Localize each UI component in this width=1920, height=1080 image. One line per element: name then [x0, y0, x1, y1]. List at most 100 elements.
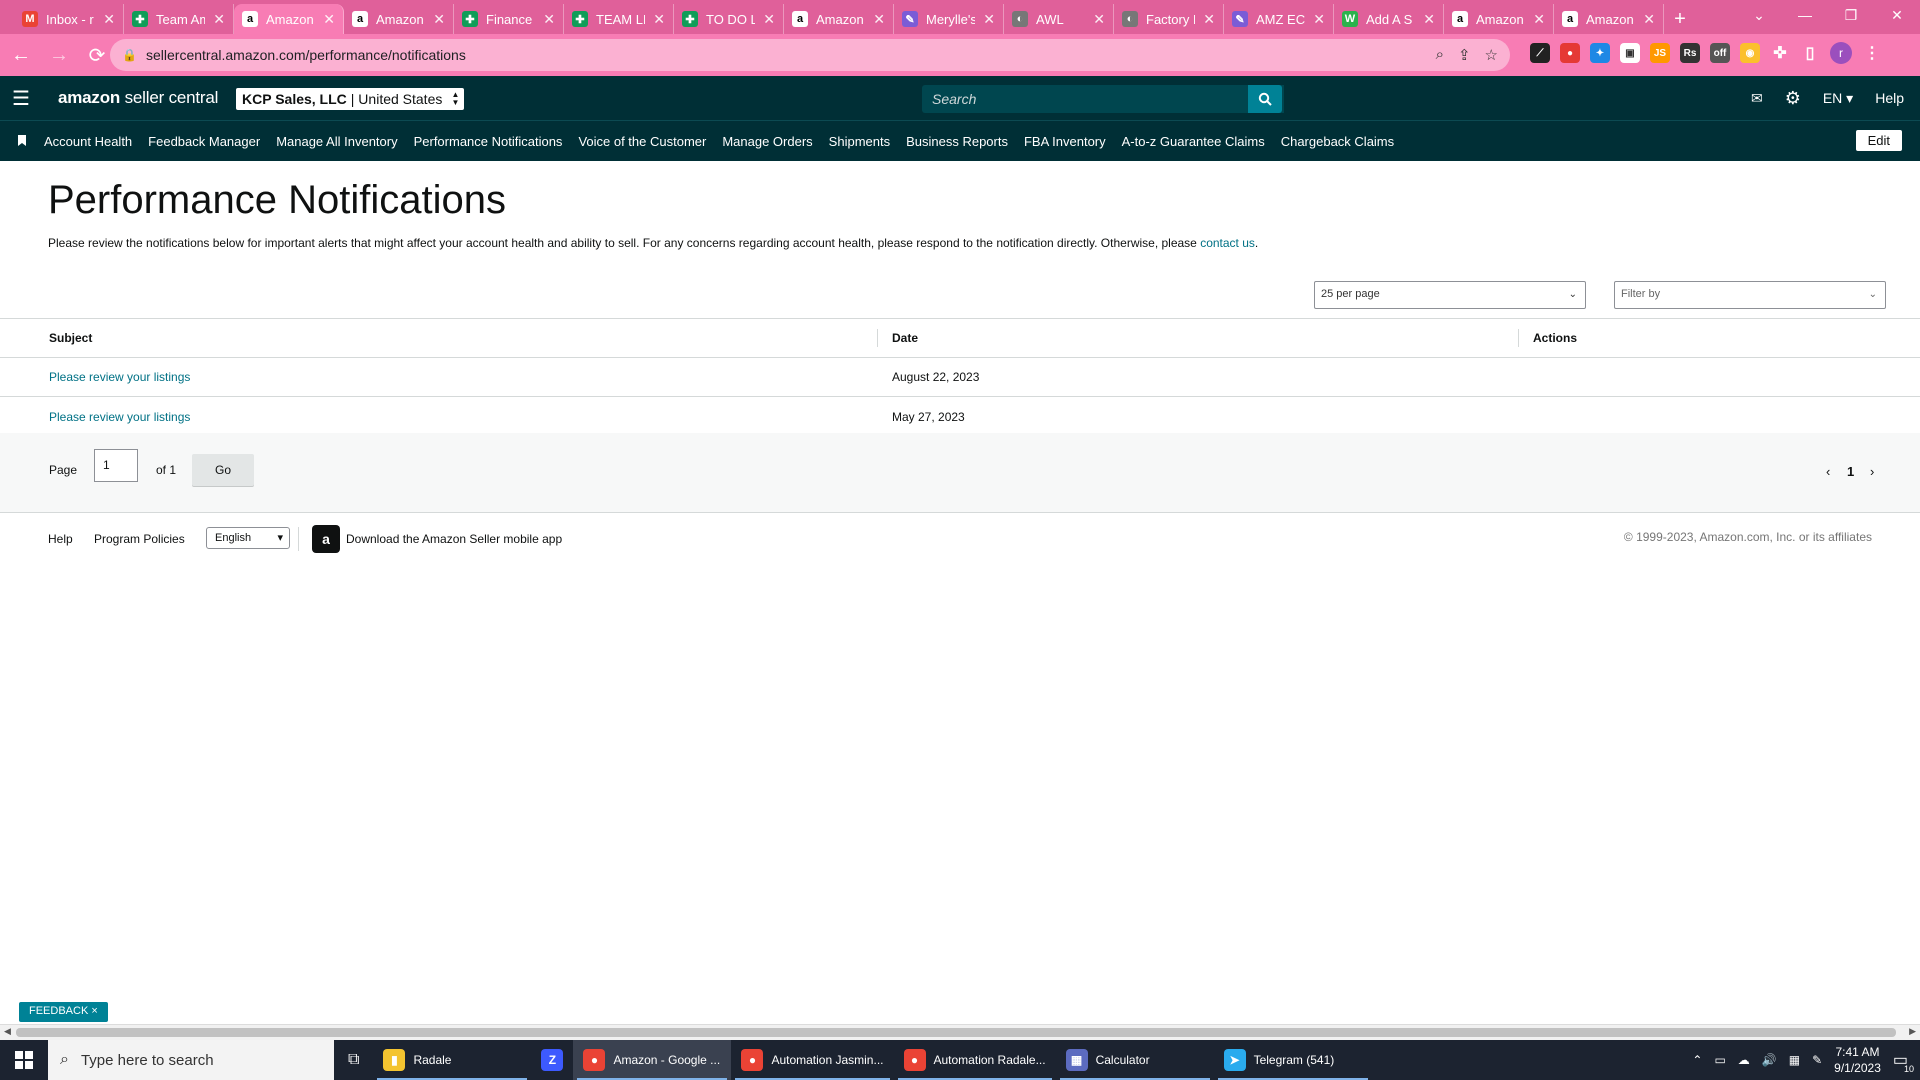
gear-icon[interactable]: ⚙ — [1785, 88, 1801, 109]
taskbar-app[interactable]: ➤ Telegram (541) — [1214, 1040, 1372, 1080]
filter-select[interactable]: Filter by ⌄ — [1614, 281, 1886, 309]
zoom-icon[interactable]: ⌕ — [1436, 46, 1444, 64]
nav-item[interactable]: Manage Orders — [722, 134, 812, 149]
extension-icon[interactable]: ● — [1560, 43, 1580, 63]
scroll-thumb[interactable] — [16, 1028, 1896, 1037]
back-button[interactable]: ← — [4, 38, 38, 72]
tab-close-icon[interactable]: ✕ — [543, 11, 555, 28]
taskbar-app[interactable]: ● Automation Radale... — [894, 1040, 1056, 1080]
address-bar[interactable]: 🔒 sellercentral.amazon.com/performance/n… — [110, 39, 1510, 71]
amazon-app-icon[interactable]: a — [312, 525, 340, 553]
col-date[interactable]: Date — [892, 331, 918, 345]
notification-subject-link[interactable]: Please review your listings — [49, 370, 190, 384]
bookmark-star-icon[interactable]: ☆ — [1485, 46, 1498, 64]
bookmark-icon[interactable] — [0, 135, 44, 147]
browser-tab[interactable]: a Amazon ✕ — [1444, 4, 1554, 34]
volume-icon[interactable]: 🔊 — [1762, 1053, 1777, 1067]
nav-item[interactable]: Feedback Manager — [148, 134, 260, 149]
new-tab-button[interactable]: + — [1664, 4, 1696, 34]
browser-tab[interactable]: M Inbox - r ✕ — [14, 4, 124, 34]
taskbar-app[interactable]: ▮ Radale — [373, 1040, 531, 1080]
meet-icon[interactable]: ▭ — [1714, 1053, 1725, 1067]
tab-close-icon[interactable]: ✕ — [433, 11, 445, 28]
taskbar-app[interactable]: ▦ Calculator — [1056, 1040, 1214, 1080]
tab-close-icon[interactable]: ✕ — [873, 11, 885, 28]
col-subject[interactable]: Subject — [49, 331, 92, 345]
browser-tab[interactable]: a Amazon ✕ — [1554, 4, 1664, 34]
extension-icon[interactable]: ◉ — [1740, 43, 1760, 63]
tab-close-icon[interactable]: ✕ — [213, 11, 225, 28]
footer-help-link[interactable]: Help — [48, 532, 73, 546]
nav-item[interactable]: Chargeback Claims — [1281, 134, 1394, 149]
notification-subject-link[interactable]: Please review your listings — [49, 410, 190, 424]
close-window-button[interactable]: ✕ — [1874, 0, 1920, 30]
side-panel-icon[interactable]: ▯ — [1800, 43, 1820, 63]
search-input[interactable]: Search — [922, 85, 1284, 113]
contact-us-link[interactable]: contact us — [1200, 236, 1255, 250]
extension-icon[interactable]: off — [1710, 43, 1730, 63]
taskbar-search-input[interactable]: ⌕ Type here to search — [48, 1040, 334, 1080]
reload-button[interactable]: ⟳ — [80, 38, 114, 72]
tab-close-icon[interactable]: ✕ — [1533, 11, 1545, 28]
menu-kebab-icon[interactable]: ⋮ — [1862, 43, 1882, 63]
profile-avatar[interactable]: r — [1830, 42, 1852, 64]
browser-tab[interactable]: ◐ AWL ✕ — [1004, 4, 1114, 34]
next-page-icon[interactable]: › — [1870, 464, 1874, 479]
scroll-right-icon[interactable]: ▶ — [1909, 1026, 1916, 1037]
edit-nav-button[interactable]: Edit — [1855, 130, 1902, 151]
extension-icon[interactable]: ✦ — [1590, 43, 1610, 63]
tab-close-icon[interactable]: ✕ — [1093, 11, 1105, 28]
extension-icon[interactable]: JS — [1650, 43, 1670, 63]
browser-tab[interactable]: a Amazon ✕ — [784, 4, 894, 34]
feedback-button[interactable]: FEEDBACK × — [19, 1002, 108, 1022]
nav-item[interactable]: Voice of the Customer — [578, 134, 706, 149]
nav-item[interactable]: FBA Inventory — [1024, 134, 1106, 149]
tab-close-icon[interactable]: ✕ — [323, 11, 335, 28]
language-selector[interactable]: EN ▾ — [1823, 90, 1853, 107]
extension-icon[interactable]: ⟋ — [1530, 43, 1550, 63]
seller-central-logo[interactable]: amazon seller central — [58, 88, 218, 108]
chevron-up-icon[interactable]: ⌃ — [1692, 1053, 1702, 1067]
minimize-button[interactable]: — — [1782, 0, 1828, 30]
browser-tab[interactable]: ✚ Team Am ✕ — [124, 4, 234, 34]
task-view-icon[interactable]: ⧉ — [334, 1040, 373, 1080]
notification-center-icon[interactable]: ▭ 10 — [1893, 1050, 1914, 1074]
tab-close-icon[interactable]: ✕ — [1203, 11, 1215, 28]
tab-close-icon[interactable]: ✕ — [763, 11, 775, 28]
windows-start-icon[interactable] — [0, 1040, 48, 1080]
extension-icon[interactable]: Rs — [1680, 43, 1700, 63]
language-select[interactable]: English ▾ — [206, 527, 290, 549]
tab-close-icon[interactable]: ✕ — [983, 11, 995, 28]
program-policies-link[interactable]: Program Policies — [94, 532, 185, 546]
horizontal-scrollbar[interactable]: ◀ ▶ — [0, 1024, 1920, 1040]
tab-close-icon[interactable]: ✕ — [653, 11, 665, 28]
extension-icon[interactable]: ▣ — [1620, 43, 1640, 63]
browser-tab[interactable]: ✚ Finance ✕ — [454, 4, 564, 34]
pen-icon[interactable]: ✎ — [1812, 1053, 1822, 1067]
go-button[interactable]: Go — [192, 454, 254, 486]
forward-button[interactable]: → — [42, 38, 76, 72]
nav-item[interactable]: Account Health — [44, 134, 132, 149]
tab-search-icon[interactable]: ⌄ — [1736, 0, 1782, 30]
share-icon[interactable]: ⇪ — [1458, 46, 1471, 64]
taskbar-app[interactable]: Z — [531, 1040, 573, 1080]
page-number-input[interactable]: 1 — [94, 449, 138, 482]
nav-item[interactable]: Manage All Inventory — [276, 134, 397, 149]
browser-tab[interactable]: W Add A S ✕ — [1334, 4, 1444, 34]
network-icon[interactable]: ▦ — [1789, 1053, 1800, 1067]
close-icon[interactable]: × — [91, 1005, 97, 1017]
puzzle-icon[interactable]: ✜ — [1770, 43, 1790, 63]
tab-close-icon[interactable]: ✕ — [1423, 11, 1435, 28]
hamburger-menu-icon[interactable]: ☰ — [0, 76, 42, 120]
taskbar-app[interactable]: ● Amazon - Google ... — [573, 1040, 732, 1080]
browser-tab[interactable]: ◐ Factory D ✕ — [1114, 4, 1224, 34]
nav-item[interactable]: Business Reports — [906, 134, 1008, 149]
mail-icon[interactable]: ✉ — [1751, 90, 1763, 107]
current-page-number[interactable]: 1 — [1847, 464, 1854, 479]
scroll-left-icon[interactable]: ◀ — [4, 1026, 11, 1037]
account-switcher[interactable]: KCP Sales, LLC | United States ▲ ▼ — [236, 88, 465, 110]
cloud-icon[interactable]: ☁ — [1738, 1053, 1750, 1067]
browser-tab[interactable]: ✚ TO DO L ✕ — [674, 4, 784, 34]
search-button[interactable] — [1248, 85, 1282, 113]
browser-tab[interactable]: a Amazon ✕ — [344, 4, 454, 34]
